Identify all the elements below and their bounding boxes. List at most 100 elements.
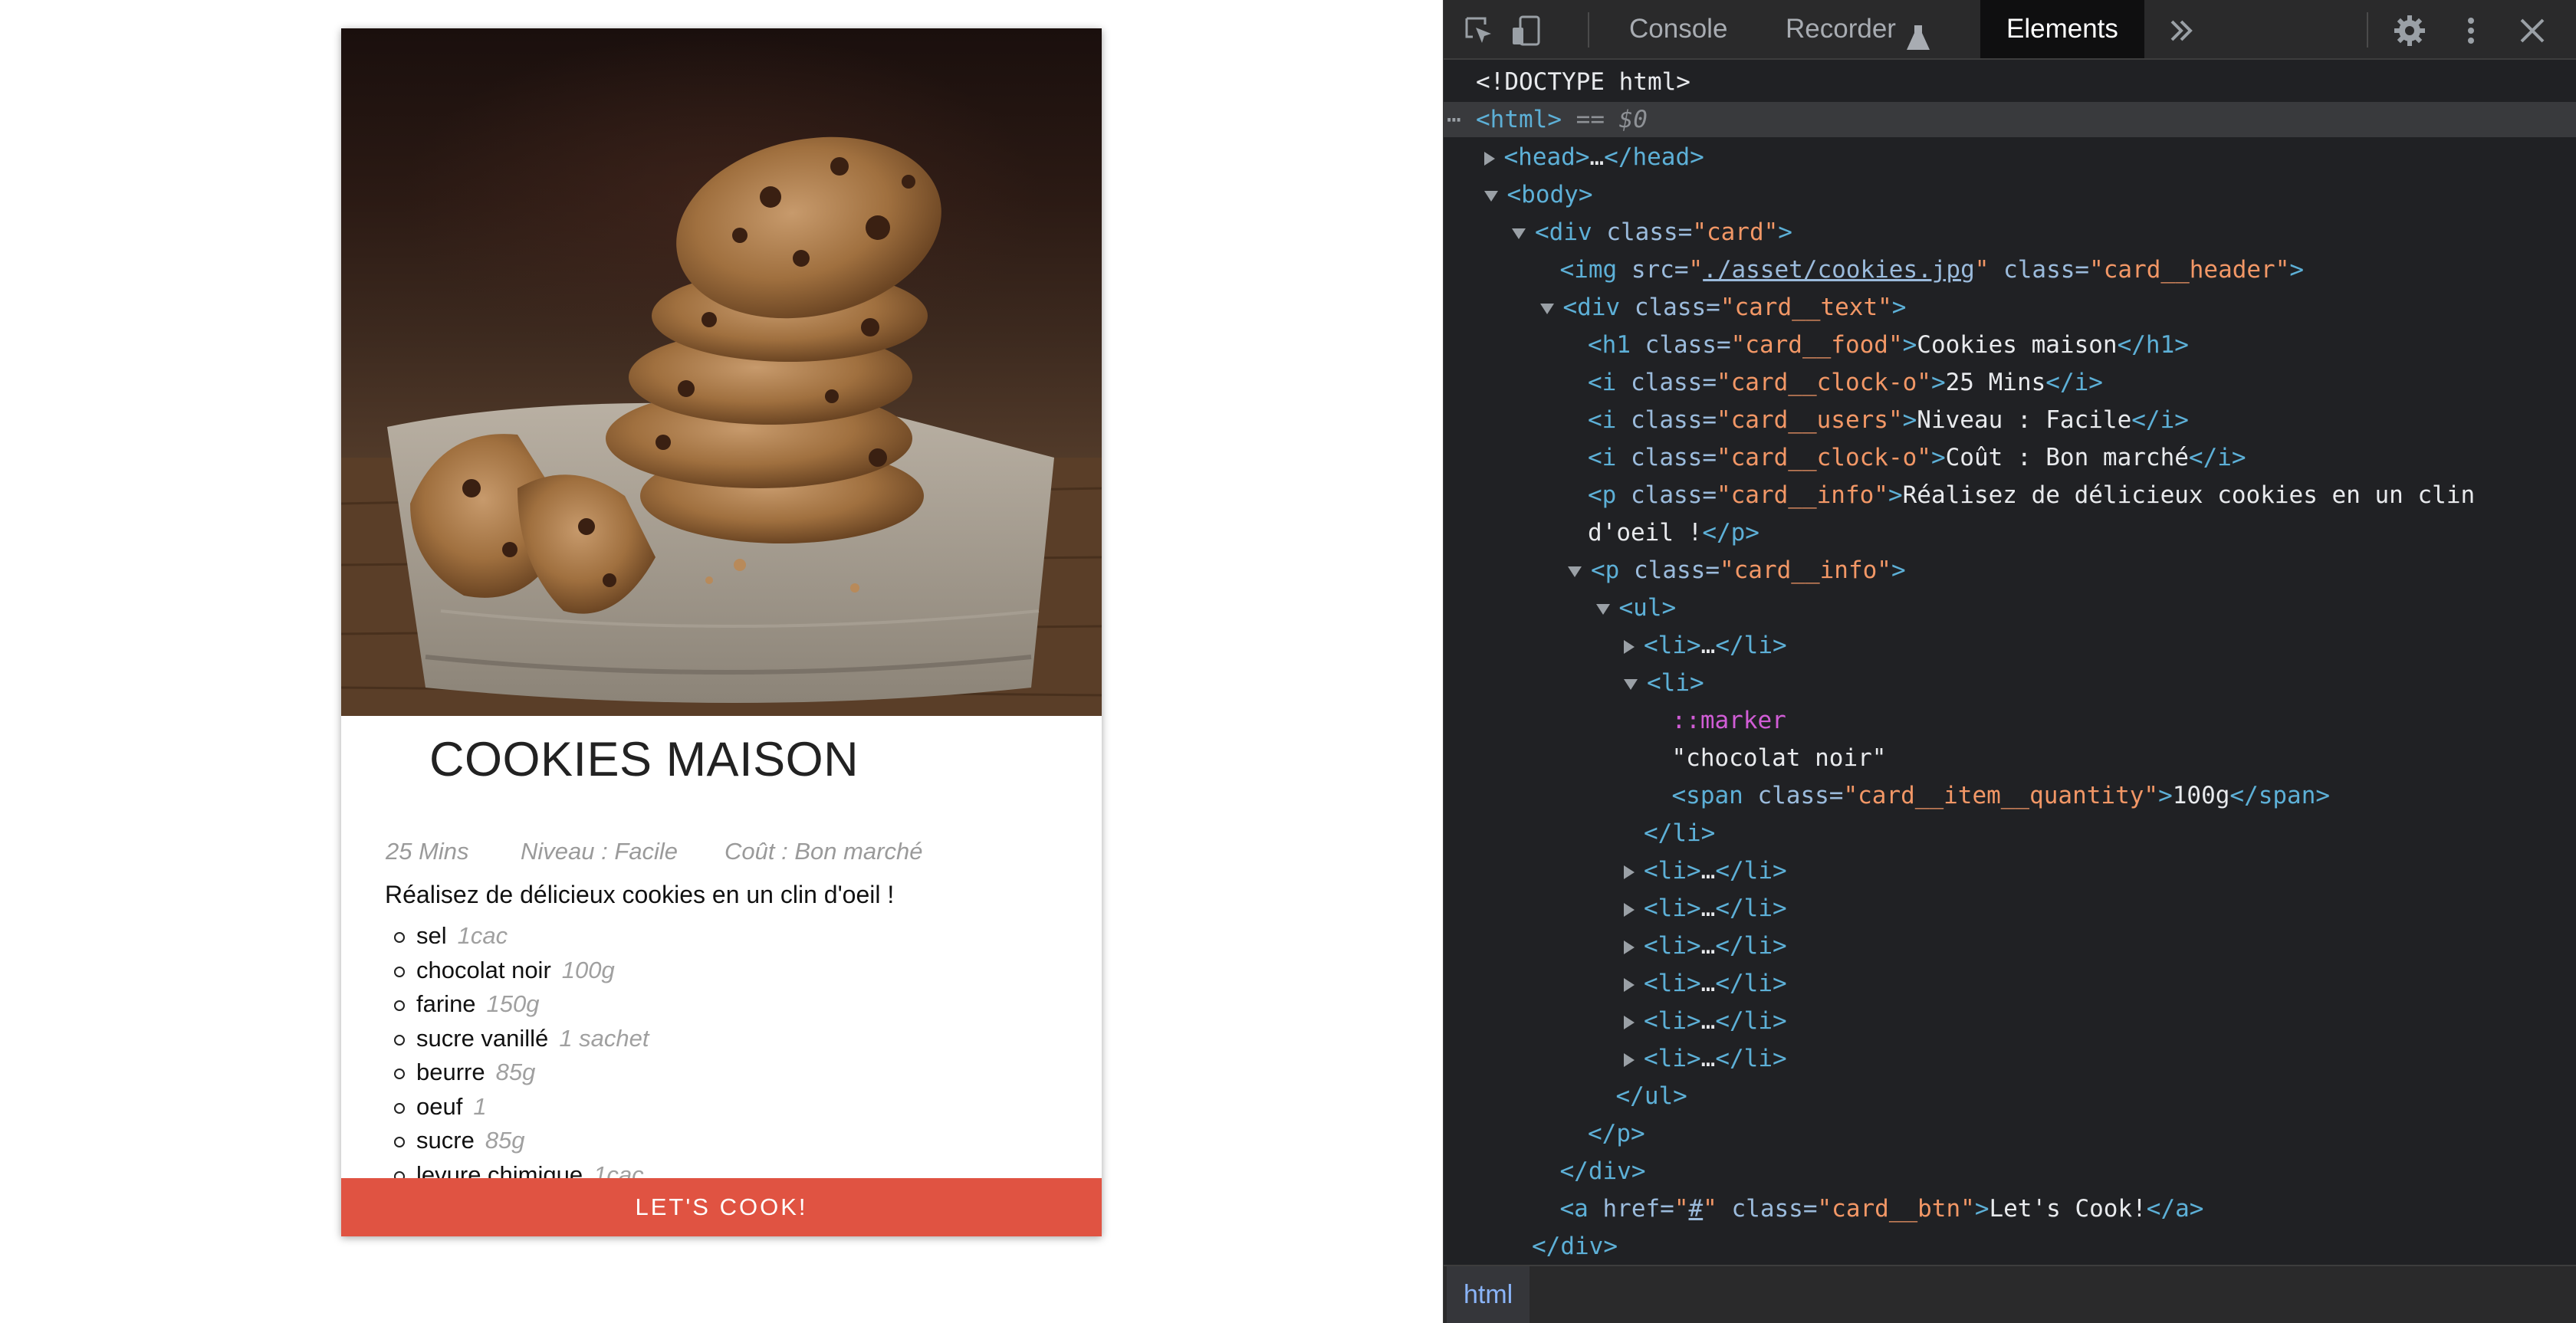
dom-node-markup: <li>…</li> [1644, 932, 1787, 960]
ingredient-name: beurre [416, 1059, 485, 1085]
bullet-icon [394, 1137, 405, 1147]
ingredient-quantity: 1 sachet [559, 1024, 649, 1052]
dom-node-markup: <i class="card__clock-o">25 Mins</i> [1588, 369, 2103, 396]
bullet-icon [394, 1069, 405, 1079]
dom-node-markup: <span class="card__item__quantity">100g<… [1671, 782, 2331, 809]
dom-node-markup: <html> == $0 [1476, 106, 1648, 133]
card-description: Réalisez de délicieux cookies en un clin… [385, 881, 895, 908]
tab-elements[interactable]: Elements [1980, 0, 2144, 58]
dom-node-markup: </p> [1588, 1120, 1645, 1147]
dom-node-markup: <li>…</li> [1644, 1007, 1787, 1035]
cookies-image [341, 28, 1102, 716]
devtools-toolbar: Console Recorder Elements [1444, 0, 2576, 60]
list-item: sucre vanillé 1 sachet [385, 1025, 649, 1059]
tab-recorder[interactable]: Recorder [1760, 0, 1957, 58]
collapsed-triangle-icon[interactable] [1624, 1015, 1635, 1029]
collapsed-triangle-icon[interactable] [1624, 639, 1635, 654]
expanded-triangle-icon[interactable] [1568, 566, 1582, 577]
ingredient-name: chocolat noir [416, 956, 551, 983]
dom-node-line[interactable]: ⋯ <html> == $0 [1444, 102, 2576, 137]
collapsed-triangle-icon[interactable] [1624, 865, 1635, 879]
dom-node-markup: <ul> [1618, 594, 1677, 622]
collapsed-triangle-icon[interactable] [1624, 940, 1635, 954]
dom-node-markup: d'oeil !</p> [1588, 519, 1760, 547]
list-item: farine 150g [385, 990, 649, 1025]
bullet-icon [394, 1102, 405, 1114]
expanded-triangle-icon[interactable] [1484, 190, 1498, 202]
dom-node-markup: <p class="card__info">Réalisez de délici… [1588, 481, 2476, 509]
inspect-element-icon[interactable] [1462, 14, 1496, 48]
bullet-icon [394, 932, 405, 943]
more-tabs-icon[interactable] [2164, 14, 2198, 48]
dom-node-markup: </li> [1644, 819, 1716, 847]
ellipsis-icon[interactable]: ⋯ [1447, 102, 1461, 137]
collapsed-triangle-icon[interactable] [1624, 902, 1635, 917]
settings-gear-icon[interactable] [2393, 14, 2426, 48]
ingredient-quantity: 1cac [457, 922, 508, 949]
collapsed-triangle-icon[interactable] [1624, 1052, 1635, 1067]
dom-node-markup: <i class="card__clock-o">Coût : Bon marc… [1588, 444, 2246, 471]
kebab-menu-icon[interactable] [2454, 14, 2488, 48]
recipe-card: Cookies maison 25 Mins Niveau : Facile C… [341, 28, 1102, 1236]
list-item: oeuf 1 [385, 1093, 649, 1128]
bullet-icon [394, 1000, 405, 1011]
dom-node-markup: <div class="card__text"> [1562, 294, 1907, 321]
bullet-icon [394, 1034, 405, 1046]
cookies-illustration [341, 136, 1102, 716]
dom-node-markup: <li>…</li> [1644, 970, 1787, 997]
page-viewport: Cookies maison 25 Mins Niveau : Facile C… [0, 0, 1443, 1323]
expanded-triangle-icon[interactable] [1624, 678, 1638, 690]
dom-node-markup: "chocolat noir" [1671, 744, 1887, 772]
dom-node-markup: ::marker [1671, 707, 1786, 734]
dom-node-markup: <i class="card__users">Niveau : Facile</… [1588, 406, 2189, 434]
dom-node-markup: <body> [1506, 181, 1593, 208]
devtools-panel: Console Recorder Elements <!DOCTYPE html… [1443, 0, 2576, 1323]
devtools-breadcrumb-bar: html [1444, 1265, 2576, 1323]
dom-node-markup: <div class="card"> [1535, 218, 1792, 246]
collapsed-triangle-icon[interactable] [1624, 977, 1635, 992]
dom-node-markup: <li> [1647, 669, 1704, 697]
dom-node-markup: <li>…</li> [1644, 1045, 1787, 1072]
ingredient-quantity: 1 [473, 1092, 487, 1120]
dom-node-markup: </div> [1559, 1157, 1646, 1185]
dom-node-markup: <p class="card__info"> [1591, 556, 1906, 584]
dom-node-markup: <img src="./asset/cookies.jpg" class="ca… [1559, 256, 2305, 284]
ingredient-quantity: 150g [486, 990, 540, 1017]
ingredient-name: sucre [416, 1127, 475, 1154]
tab-recorder-label: Recorder [1786, 14, 1896, 44]
ingredient-quantity: 85g [485, 1127, 525, 1154]
dom-node-markup: <h1 class="card__food">Cookies maison</h… [1588, 331, 2189, 359]
device-toolbar-icon[interactable] [1510, 14, 1543, 48]
toolbar-separator [1588, 12, 1589, 48]
dom-node-markup: <!DOCTYPE html> [1476, 68, 1691, 96]
list-item: sucre 85g [385, 1127, 649, 1161]
card-cost: Coût : Bon marché [724, 838, 923, 865]
ingredient-quantity: 85g [495, 1059, 536, 1085]
collapsed-triangle-icon[interactable] [1484, 151, 1495, 166]
ingredient-name: farine [416, 990, 476, 1017]
list-item: beurre 85g [385, 1059, 649, 1093]
card-difficulty: Niveau : Facile [521, 838, 678, 865]
ingredient-name: oeuf [416, 1092, 463, 1120]
expanded-triangle-icon[interactable] [1539, 303, 1554, 314]
list-item: chocolat noir 100g [385, 957, 649, 991]
expanded-triangle-icon[interactable] [1595, 603, 1610, 615]
dom-node-markup: </div> [1532, 1233, 1618, 1260]
lets-cook-button[interactable]: Let's Cook! [341, 1178, 1102, 1236]
dom-node-markup: <li>…</li> [1644, 632, 1787, 659]
card-time: 25 Mins [386, 838, 469, 865]
card-title: Cookies maison [429, 733, 859, 786]
ingredient-quantity: 100g [561, 956, 615, 983]
toolbar-separator [2367, 12, 2368, 48]
dom-node-markup: <li>…</li> [1644, 895, 1787, 922]
dom-node-markup: <head>…</head> [1503, 143, 1704, 171]
breadcrumb-html[interactable]: html [1447, 1266, 1530, 1323]
dom-node-markup: <li>…</li> [1644, 857, 1787, 885]
list-item: sel 1cac [385, 922, 649, 957]
bullet-icon [394, 966, 405, 977]
dom-tree[interactable]: <!DOCTYPE html> ⋯ <html> == $0 <head>…</hea… [1444, 60, 2576, 1265]
ingredient-name: sel [416, 922, 447, 949]
tab-console[interactable]: Console [1603, 0, 1753, 58]
close-icon[interactable] [2515, 14, 2549, 48]
expanded-triangle-icon[interactable] [1512, 228, 1526, 239]
